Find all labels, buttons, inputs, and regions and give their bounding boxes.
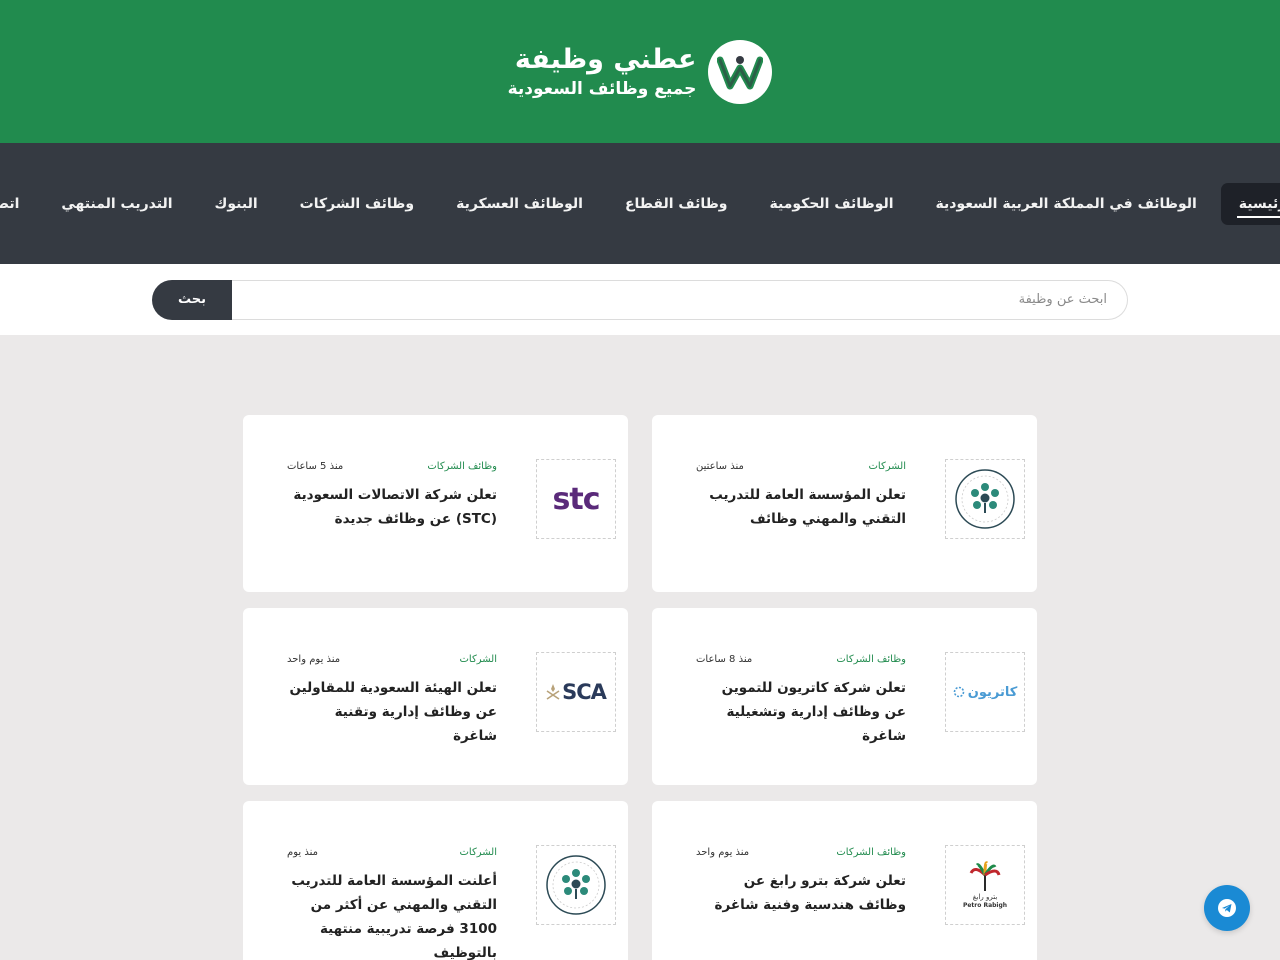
- job-card-meta: وظائف الشركات منذ 5 ساعات: [287, 461, 497, 472]
- brand-subtitle: جميع وظائف السعودية: [507, 78, 697, 99]
- nav-item-government-jobs[interactable]: الوظائف الحكومية: [752, 183, 912, 225]
- search-form: بحث: [152, 279, 1128, 320]
- job-card[interactable]: الشركات منذ ساعتين تعلن المؤسسة العامة ل…: [652, 415, 1037, 592]
- job-card-meta: الشركات منذ ساعتين: [696, 461, 906, 472]
- job-card-title[interactable]: أعلنت المؤسسة العامة للتدريب التقني والم…: [287, 869, 497, 960]
- job-card-date: منذ يوم واحد: [696, 847, 750, 858]
- site-header: عطني وظيفة جميع وظائف السعودية: [0, 0, 1280, 143]
- search-input[interactable]: [232, 279, 1128, 320]
- job-card-title[interactable]: تعلن الهيئة السعودية للمقاولين عن وظائف …: [287, 676, 497, 748]
- job-card[interactable]: SCA الشركات منذ يوم واحد تعلن الهيئة الس…: [243, 608, 628, 785]
- nav-item-home[interactable]: الرئيسية: [1220, 182, 1280, 225]
- nav-item-contact[interactable]: اتصل: [0, 183, 37, 225]
- stc-logo-icon: stc: [552, 481, 601, 517]
- petro-rabigh-ar: بترو رابغ: [972, 892, 998, 901]
- nav-item-company-jobs[interactable]: وظائف الشركات: [282, 183, 432, 225]
- job-card[interactable]: كاتريون وظائف الشركات منذ 8 ساعات تعلن ش…: [652, 608, 1037, 785]
- job-card-title[interactable]: تعلن شركة كاتريون للتموين عن وظائف إداري…: [696, 676, 906, 748]
- job-card-logo[interactable]: [945, 459, 1025, 539]
- job-card-title[interactable]: تعلن شركة بترو رابغ عن وظائف هندسية وفني…: [696, 869, 906, 917]
- nav-item-training[interactable]: التدريب المنتهي: [43, 183, 190, 225]
- job-card-logo[interactable]: SCA: [536, 652, 616, 732]
- brand-title: عطني وظيفة: [514, 43, 697, 75]
- job-card-logo[interactable]: [536, 845, 616, 925]
- job-card[interactable]: stc وظائف الشركات منذ 5 ساعات تعلن شركة …: [243, 415, 628, 592]
- job-card-category[interactable]: وظائف الشركات: [836, 847, 906, 858]
- nav-item-banks[interactable]: البنوك: [197, 183, 276, 225]
- telegram-button[interactable]: [1204, 885, 1250, 931]
- search-bar: بحث: [0, 264, 1280, 335]
- catrion-logo-icon: كاتريون: [953, 684, 1018, 700]
- job-card-date: منذ يوم: [287, 847, 318, 858]
- job-card[interactable]: بترو رابغ Petro Rabigh وظائف الشركات منذ…: [652, 801, 1037, 960]
- job-card-meta: الشركات منذ يوم: [287, 847, 497, 858]
- job-card-date: منذ ساعتين: [696, 461, 744, 472]
- telegram-icon: [1218, 899, 1236, 917]
- job-card-date: منذ يوم واحد: [287, 654, 341, 665]
- sca-logo-text: SCA: [562, 680, 607, 704]
- job-card-meta: وظائف الشركات منذ 8 ساعات: [696, 654, 906, 665]
- job-card-category[interactable]: وظائف الشركات: [836, 654, 906, 665]
- job-card-date: منذ 5 ساعات: [287, 461, 344, 472]
- job-cards-grid: الشركات منذ ساعتين تعلن المؤسسة العامة ل…: [243, 415, 1037, 960]
- tvtc-logo-icon: [955, 469, 1015, 529]
- job-card-category[interactable]: وظائف الشركات: [427, 461, 497, 472]
- petro-rabigh-logo-icon: بترو رابغ Petro Rabigh: [962, 860, 1008, 910]
- job-card-category[interactable]: الشركات: [460, 654, 498, 665]
- job-card-category[interactable]: الشركات: [460, 847, 498, 858]
- job-card-title[interactable]: تعلن المؤسسة العامة للتدريب التقني والمه…: [696, 483, 906, 531]
- job-card-logo[interactable]: كاتريون: [945, 652, 1025, 732]
- job-card-meta: الشركات منذ يوم واحد: [287, 654, 497, 665]
- job-card-logo[interactable]: stc: [536, 459, 616, 539]
- brand[interactable]: عطني وظيفة جميع وظائف السعودية: [508, 39, 773, 104]
- sca-logo-icon: SCA: [546, 680, 607, 704]
- nav-item-sector-jobs[interactable]: وظائف القطاع: [607, 183, 746, 225]
- brand-text: عطني وظيفة جميع وظائف السعودية: [508, 43, 697, 101]
- job-card-category[interactable]: الشركات: [869, 461, 907, 472]
- job-card-date: منذ 8 ساعات: [696, 654, 753, 665]
- site-logo-icon[interactable]: [708, 39, 773, 104]
- search-button[interactable]: بحث: [152, 279, 232, 320]
- job-card-logo[interactable]: بترو رابغ Petro Rabigh: [945, 845, 1025, 925]
- job-card[interactable]: الشركات منذ يوم أعلنت المؤسسة العامة للت…: [243, 801, 628, 960]
- tvtc-logo-icon: [546, 855, 606, 915]
- catrion-logo-text: كاتريون: [967, 684, 1018, 700]
- job-card-meta: وظائف الشركات منذ يوم واحد: [696, 847, 906, 858]
- main-nav: الرئيسية الوظائف في المملكة العربية السع…: [0, 143, 1280, 264]
- nav-item-military-jobs[interactable]: الوظائف العسكرية: [438, 183, 601, 225]
- nav-list: الرئيسية الوظائف في المملكة العربية السع…: [0, 182, 1280, 225]
- petro-rabigh-en: Petro Rabigh: [962, 901, 1008, 909]
- job-card-title[interactable]: تعلن شركة الاتصالات السعودية (STC) عن وظ…: [287, 483, 497, 531]
- nav-item-saudi-jobs[interactable]: الوظائف في المملكة العربية السعودية: [918, 183, 1215, 225]
